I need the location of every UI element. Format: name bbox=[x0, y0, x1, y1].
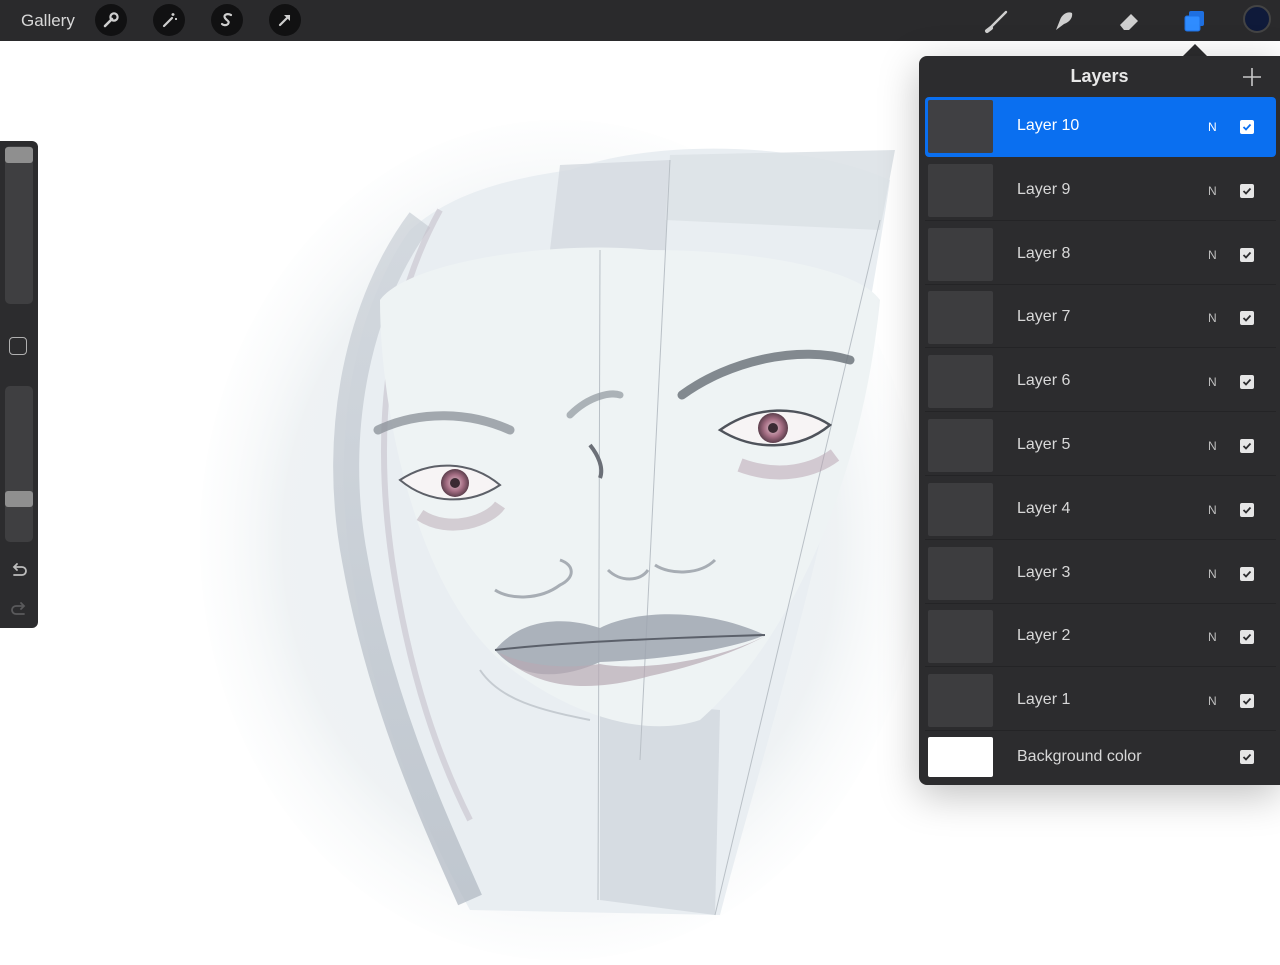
gallery-button[interactable]: Gallery bbox=[21, 11, 75, 31]
color-picker-button[interactable] bbox=[1243, 5, 1271, 33]
layer-thumbnail bbox=[928, 419, 993, 472]
left-sidebar bbox=[0, 141, 38, 628]
layer-row[interactable]: Layer 9 N bbox=[925, 161, 1276, 221]
visibility-checkbox[interactable] bbox=[1240, 375, 1254, 390]
layer-thumbnail bbox=[928, 674, 993, 728]
layer-thumbnail bbox=[928, 227, 993, 281]
visibility-checkbox[interactable] bbox=[1240, 630, 1254, 645]
modifier-square-icon[interactable] bbox=[9, 337, 27, 355]
layer-row[interactable]: Layer 7 N bbox=[925, 288, 1276, 349]
blend-mode-button[interactable]: N bbox=[1208, 630, 1217, 644]
opacity-slider[interactable] bbox=[5, 386, 33, 542]
layer-row[interactable]: Layer 2 N bbox=[925, 607, 1276, 668]
redo-icon[interactable] bbox=[8, 599, 30, 621]
layer-thumbnail bbox=[928, 482, 993, 536]
layers-icon[interactable] bbox=[1177, 4, 1211, 38]
layer-name: Layer 10 bbox=[1017, 117, 1080, 134]
visibility-checkbox[interactable] bbox=[1240, 183, 1254, 198]
visibility-checkbox[interactable] bbox=[1240, 694, 1254, 709]
transform-arrow-icon[interactable] bbox=[269, 4, 301, 36]
blend-mode-button[interactable]: N bbox=[1208, 503, 1217, 517]
layer-name: Layer 2 bbox=[1017, 627, 1071, 645]
brush-size-slider[interactable] bbox=[5, 146, 33, 304]
layers-panel-title: Layers bbox=[1070, 66, 1129, 86]
layer-name: Layer 8 bbox=[1017, 244, 1071, 262]
magic-wand-icon[interactable] bbox=[153, 4, 185, 36]
layer-name: Layer 4 bbox=[1017, 499, 1071, 517]
layer-row[interactable]: Layer 3 N bbox=[925, 544, 1276, 604]
blend-mode-button[interactable]: N bbox=[1208, 439, 1217, 453]
visibility-checkbox[interactable] bbox=[1240, 120, 1254, 134]
layer-name: Layer 7 bbox=[1017, 308, 1071, 326]
eraser-icon[interactable] bbox=[1112, 4, 1146, 38]
blend-mode-button[interactable]: N bbox=[1208, 248, 1217, 262]
layer-thumbnail bbox=[928, 291, 993, 345]
layer-row[interactable]: Layer 10 N bbox=[925, 97, 1276, 157]
layer-name: Layer 9 bbox=[1017, 180, 1071, 198]
visibility-checkbox[interactable] bbox=[1240, 439, 1254, 453]
selection-s-icon[interactable] bbox=[211, 4, 243, 36]
layer-thumbnail bbox=[928, 355, 993, 409]
blend-mode-button[interactable]: N bbox=[1208, 375, 1217, 389]
layer-row[interactable]: Layer 8 N bbox=[925, 225, 1276, 285]
layer-row[interactable]: Layer 1 N bbox=[925, 671, 1276, 732]
layer-thumbnail bbox=[928, 610, 993, 664]
visibility-checkbox[interactable] bbox=[1240, 247, 1254, 262]
panel-caret bbox=[1183, 44, 1207, 56]
visibility-checkbox[interactable] bbox=[1240, 311, 1254, 326]
visibility-checkbox[interactable] bbox=[1240, 502, 1254, 517]
top-toolbar: Gallery bbox=[0, 0, 1280, 41]
layer-name: Background color bbox=[1017, 748, 1142, 765]
wrench-icon[interactable] bbox=[95, 4, 127, 36]
layer-row[interactable]: Layer 5 N bbox=[925, 416, 1276, 476]
visibility-checkbox[interactable] bbox=[1240, 750, 1254, 764]
layers-panel: Layers Layer 10 N Layer 9 N Layer 8 N Layer 7 N… bbox=[919, 56, 1280, 785]
blend-mode-button[interactable]: N bbox=[1208, 184, 1217, 198]
plus-icon[interactable] bbox=[1241, 66, 1263, 88]
layer-name: Layer 3 bbox=[1017, 563, 1071, 581]
layer-thumbnail bbox=[928, 163, 993, 217]
brush-icon[interactable] bbox=[980, 4, 1014, 38]
layer-row[interactable]: Layer 4 N bbox=[925, 480, 1276, 540]
layer-name: Layer 1 bbox=[1017, 691, 1071, 709]
blend-mode-button[interactable]: N bbox=[1208, 567, 1217, 581]
blend-mode-button[interactable]: N bbox=[1208, 694, 1217, 708]
layer-name: Layer 6 bbox=[1017, 372, 1071, 390]
blend-mode-button[interactable]: N bbox=[1208, 311, 1217, 325]
visibility-checkbox[interactable] bbox=[1240, 566, 1254, 581]
layer-thumbnail bbox=[928, 100, 993, 153]
undo-icon[interactable] bbox=[8, 560, 30, 582]
background-color-layer[interactable]: Background color bbox=[925, 734, 1276, 780]
layer-row[interactable]: Layer 6 N bbox=[925, 352, 1276, 413]
blend-mode-button[interactable]: N bbox=[1208, 120, 1217, 134]
smudge-icon[interactable] bbox=[1046, 4, 1080, 38]
layer-thumbnail bbox=[928, 737, 993, 777]
layer-thumbnail bbox=[928, 546, 993, 600]
layer-name: Layer 5 bbox=[1017, 436, 1071, 453]
opacity-handle[interactable] bbox=[5, 491, 33, 507]
brush-size-handle[interactable] bbox=[5, 147, 33, 163]
